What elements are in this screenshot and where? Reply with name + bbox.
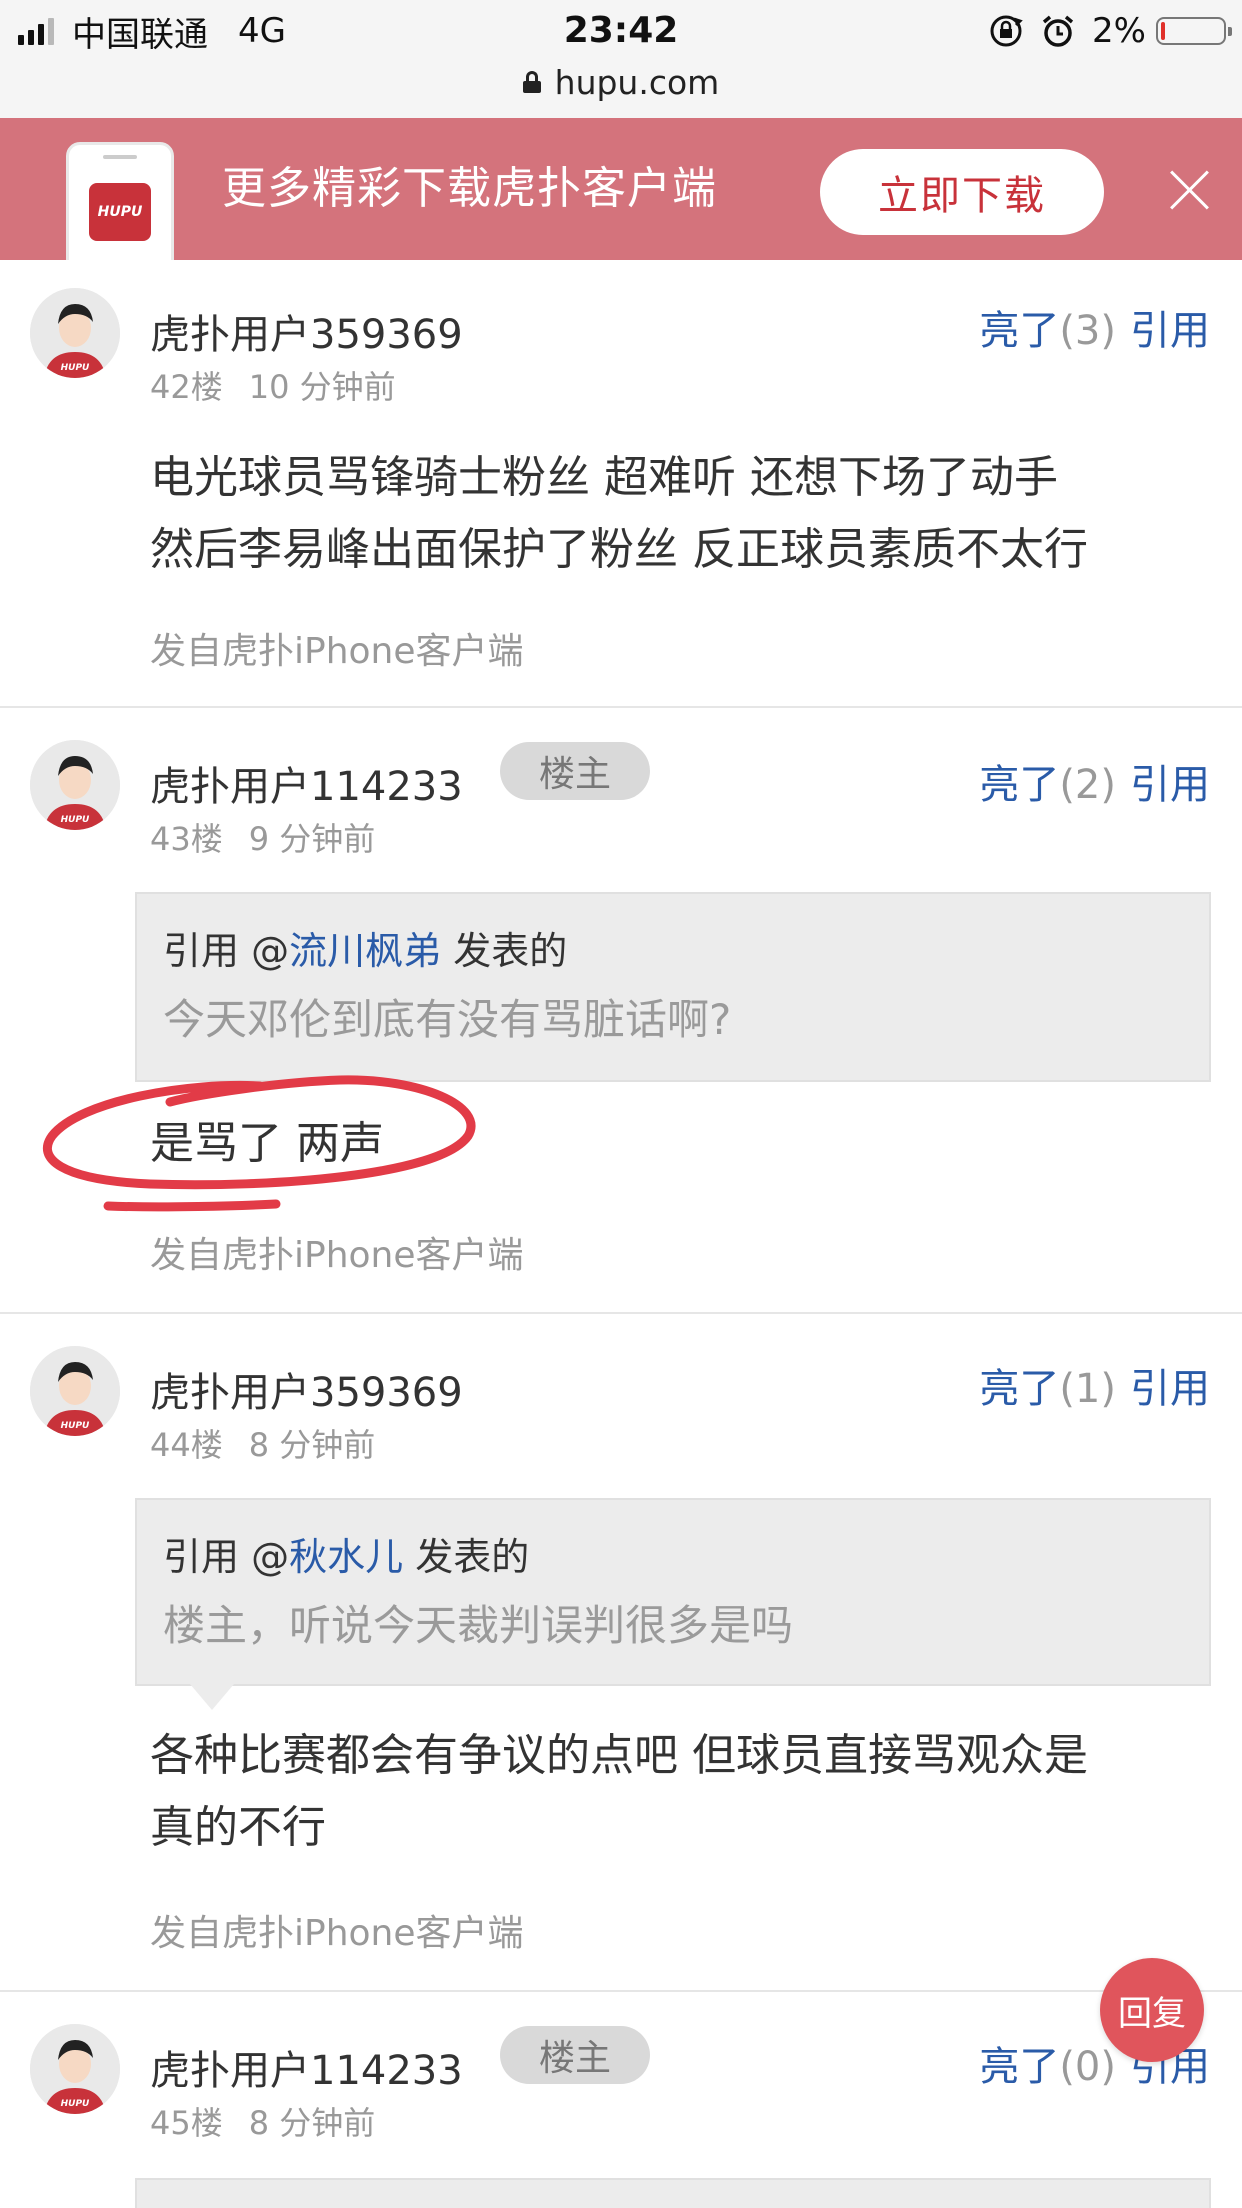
light-label: 亮了 [979, 762, 1060, 808]
post-body-line: 真的不行 [150, 1802, 326, 1853]
quoted-reply[interactable]: 引用 @秋水儿 发表的 楼主，听说今天裁判误判很多是吗 [135, 1498, 1211, 1686]
op-badge: 楼主 [500, 742, 650, 800]
floor-number: 44楼 [150, 1426, 223, 1464]
light-button[interactable]: 亮了(3) [979, 308, 1116, 354]
svg-text:HUPU: HUPU [61, 363, 90, 373]
post-time: 9 分钟前 [248, 820, 376, 858]
avatar[interactable]: HUPU [30, 288, 120, 378]
url-bar[interactable]: hupu.com [0, 60, 1242, 104]
alarm-icon [1042, 15, 1074, 47]
avatar[interactable]: HUPU [30, 740, 120, 830]
status-bar: 中国联通 4G 23:42 2% hupu.com [0, 0, 1242, 118]
post-actions: 亮了(1) 引用 [979, 1356, 1210, 1414]
svg-text:HUPU: HUPU [61, 2099, 90, 2109]
url-text: hupu.com [554, 62, 720, 102]
close-icon[interactable] [1168, 168, 1212, 212]
username[interactable]: 虎扑用户359369 [150, 1360, 463, 1418]
light-label: 亮了 [979, 1366, 1060, 1412]
post-body-line: 然后李易峰出面保护了粉丝 反正球员素质不太行 [150, 524, 1088, 575]
quote-header: 引用 @流川枫弟 发表的 [163, 929, 568, 973]
svg-text:HUPU: HUPU [61, 815, 90, 825]
username[interactable]: 虎扑用户359369 [150, 302, 463, 360]
status-right: 2% [972, 8, 1232, 54]
quoted-username[interactable]: 秋水儿 [289, 1535, 403, 1579]
reply-post: HUPU 虎扑用户359369 42楼 10 分钟前 亮了(3) 引用 电光球员骂锋… [0, 260, 1242, 708]
hupu-logo: HUPU [89, 183, 151, 241]
light-count: (0) [1059, 2044, 1116, 2090]
username[interactable]: 虎扑用户114233 [150, 2038, 463, 2096]
quoted-reply[interactable]: 引用 @流川枫弟 发表的 今天邓伦到底有没有骂脏话啊? [135, 892, 1211, 1082]
post-time: 8 分钟前 [248, 1426, 376, 1464]
reply-post: HUPU 虎扑用户359369 44楼 8 分钟前 亮了(1) 引用 引用 @秋水儿… [0, 1314, 1242, 1990]
light-count: (3) [1059, 308, 1116, 354]
quote-header: 引用 @秋水儿 发表的 [163, 1535, 530, 1579]
light-label: 亮了 [979, 2044, 1060, 2090]
rotation-lock-icon [990, 15, 1023, 47]
post-meta: 44楼 8 分钟前 [150, 1420, 375, 1466]
post-body-line: 各种比赛都会有争议的点吧 但球员直接骂观众是 [150, 1730, 1088, 1781]
light-count: (1) [1059, 1366, 1116, 1412]
light-button[interactable]: 亮了(2) [979, 762, 1116, 808]
reply-button[interactable]: 回复 [1100, 1958, 1204, 2062]
post-body: 各种比赛都会有争议的点吧 但球员直接骂观众是 真的不行 [150, 1720, 1210, 1864]
floor-number: 43楼 [150, 820, 223, 858]
red-circle-annotation [43, 1075, 476, 1212]
post-meta: 43楼 9 分钟前 [150, 814, 375, 860]
reply-post: HUPU 虎扑用户114233 楼主 45楼 8 分钟前 亮了(0) 引用 [0, 1992, 1242, 2208]
quoted-username[interactable]: 流川枫弟 [289, 929, 441, 973]
op-badge: 楼主 [500, 2026, 650, 2084]
post-actions: 亮了(3) 引用 [979, 298, 1210, 356]
quote-text: 楼主，听说今天裁判误判很多是吗 [163, 1601, 794, 1650]
post-time: 10 分钟前 [248, 368, 396, 406]
download-now-button[interactable]: 立即下载 [820, 149, 1104, 235]
quoted-reply [135, 2178, 1211, 2208]
phone-illustration: HUPU [66, 142, 174, 260]
post-meta: 42楼 10 分钟前 [150, 362, 396, 408]
avatar[interactable]: HUPU [30, 2024, 120, 2114]
quote-button[interactable]: 引用 [1130, 1366, 1210, 1412]
floor-number: 45楼 [150, 2104, 223, 2142]
post-actions: 亮了(2) 引用 [979, 752, 1210, 810]
quote-text: 今天邓伦到底有没有骂脏话啊? [163, 995, 732, 1044]
post-time: 8 分钟前 [248, 2104, 376, 2142]
light-label: 亮了 [979, 308, 1060, 354]
post-meta: 45楼 8 分钟前 [150, 2098, 375, 2144]
light-button[interactable]: 亮了(1) [979, 1366, 1116, 1412]
avatar[interactable]: HUPU [30, 1346, 120, 1436]
battery-icon [1156, 17, 1232, 45]
username[interactable]: 虎扑用户114233 [150, 754, 463, 812]
battery-percent: 2% [1092, 11, 1146, 51]
post-body: 电光球员骂锋骑士粉丝 超难听 还想下场了动手 然后李易峰出面保护了粉丝 反正球员… [150, 442, 1210, 586]
quote-button[interactable]: 引用 [1130, 762, 1210, 808]
lock-icon [522, 71, 541, 93]
post-source: 发自虎扑iPhone客户端 [150, 1235, 524, 1276]
quote-button[interactable]: 引用 [1130, 308, 1210, 354]
floor-number: 42楼 [150, 368, 223, 406]
light-count: (2) [1059, 762, 1116, 808]
svg-text:HUPU: HUPU [61, 1421, 90, 1431]
quote-tail [190, 1684, 234, 1710]
post-source: 发自虎扑iPhone客户端 [150, 631, 524, 672]
light-button[interactable]: 亮了(0) [979, 2044, 1116, 2090]
banner-text: 更多精彩下载虎扑客户端 [222, 163, 717, 214]
app-download-banner[interactable]: HUPU 更多精彩下载虎扑客户端 立即下载 [0, 118, 1242, 260]
post-body-line: 电光球员骂锋骑士粉丝 超难听 还想下场了动手 [150, 452, 1058, 503]
post-source: 发自虎扑iPhone客户端 [150, 1913, 524, 1954]
